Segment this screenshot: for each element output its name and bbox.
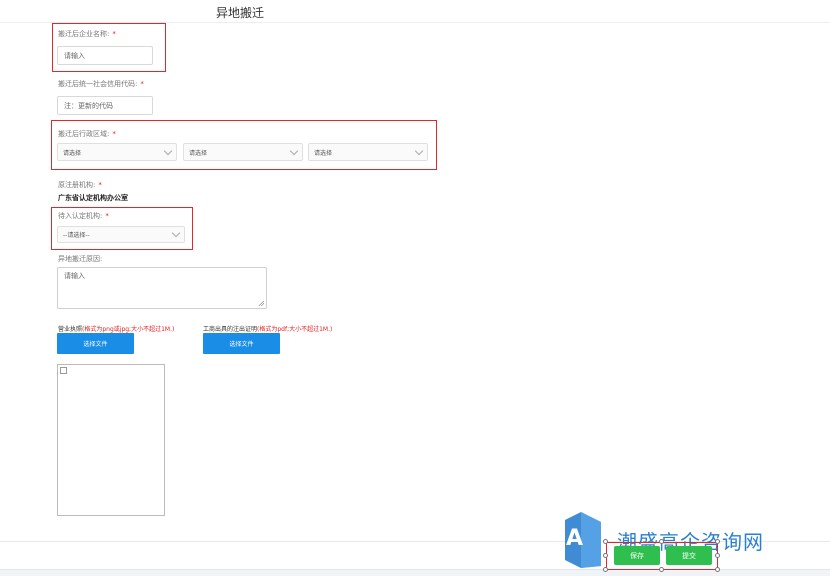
save-button[interactable]: 保存	[614, 546, 660, 565]
company-name-input[interactable]: 请输入	[57, 46, 153, 65]
company-name-placeholder: 请输入	[64, 51, 85, 60]
company-name-label: 搬迁后企业名称: *	[58, 30, 116, 38]
province-select[interactable]: 请选择	[57, 143, 177, 161]
reason-textarea[interactable]: 请输入	[57, 267, 267, 309]
selection-handle[interactable]	[659, 539, 664, 544]
region-label: 搬迁后行政区域: *	[58, 130, 116, 138]
license-choose-file-button[interactable]: 选择文件	[57, 333, 134, 354]
chevron-down-icon	[289, 146, 299, 155]
reason-label: 异地搬迁原因:	[58, 255, 103, 263]
footer-bar	[0, 569, 830, 576]
license-upload-label: 营业执照(格式为png或jpg;大小不超过1M.)	[58, 326, 175, 333]
credit-code-label: 搬迁后统一社会信用代码: *	[58, 80, 144, 88]
selection-handle[interactable]	[715, 553, 720, 558]
cancel-upload-label: 工商出具的注出证明(格式为pdf;大小不超过1M.)	[203, 326, 333, 333]
selection-handle[interactable]	[603, 567, 608, 572]
reason-placeholder: 请输入	[64, 272, 85, 280]
district-select[interactable]: 请选择	[308, 143, 428, 161]
target-agency-label: 待入认定机构: *	[58, 212, 109, 220]
cancel-upload-hint: (格式为pdf;大小不超过1M.)	[257, 326, 333, 333]
selection-handle[interactable]	[659, 567, 664, 572]
broken-image-icon	[60, 367, 67, 374]
city-select[interactable]: 请选择	[183, 143, 303, 161]
watermark-logo-letter: A	[566, 526, 584, 551]
credit-code-placeholder: 注：更新的代码	[64, 101, 113, 110]
page-title: 异地搬迁	[215, 6, 264, 20]
selection-handle[interactable]	[603, 539, 608, 544]
credit-code-input[interactable]: 注：更新的代码	[57, 96, 153, 115]
chevron-down-icon	[414, 146, 424, 155]
cancel-choose-file-button[interactable]: 选择文件	[203, 333, 280, 354]
selection-handle[interactable]	[715, 539, 720, 544]
chevron-down-icon	[163, 146, 173, 155]
target-agency-select[interactable]: --请选择--	[57, 226, 185, 243]
original-agency-value: 广东省认定机构办公室	[58, 194, 128, 202]
submit-button[interactable]: 提交	[666, 546, 712, 565]
selection-handle[interactable]	[603, 553, 608, 558]
license-image-preview	[57, 364, 165, 516]
original-agency-label: 原注册机构: *	[58, 181, 102, 189]
selection-handle[interactable]	[715, 567, 720, 572]
license-upload-hint: (格式为png或jpg;大小不超过1M.)	[82, 326, 175, 333]
resize-handle-icon[interactable]	[259, 301, 264, 306]
chevron-down-icon	[171, 228, 181, 238]
